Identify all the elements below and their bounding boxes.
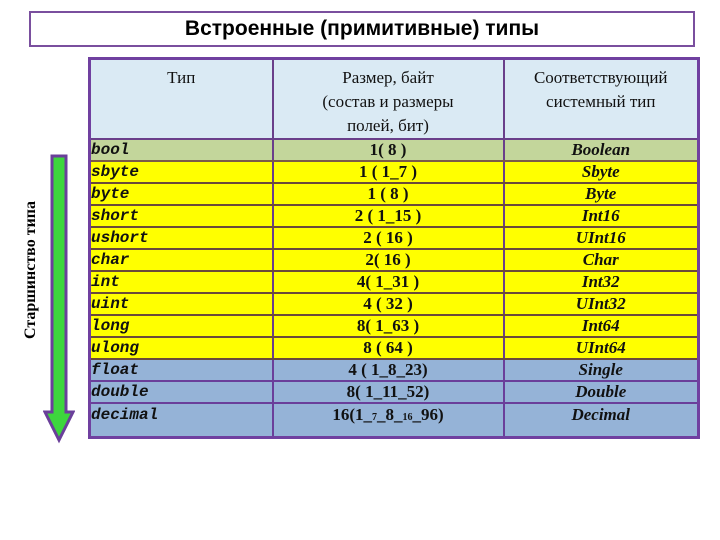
table-row: bool 1( 8 ) Boolean — [88, 138, 700, 162]
type-size: 2 ( 1_15 ) — [271, 204, 505, 228]
type-name: int — [88, 270, 274, 294]
type-name: ushort — [88, 226, 274, 250]
header-size-line3: полей, бит) — [347, 116, 429, 135]
type-size: 8 ( 64 ) — [271, 336, 505, 360]
type-size: 1 ( 8 ) — [271, 182, 505, 206]
arrow-down-icon — [43, 154, 75, 444]
size-part: _8_ — [377, 405, 403, 424]
header-type: Тип — [88, 57, 274, 140]
type-name: float — [88, 358, 274, 382]
types-table: Тип Размер, байт (состав и размеры полей… — [88, 57, 700, 439]
system-type: Boolean — [502, 138, 700, 162]
system-type: Byte — [502, 182, 700, 206]
type-size: 2( 16 ) — [271, 248, 505, 272]
type-size: 8( 1_11_52) — [271, 380, 505, 404]
system-type: Int16 — [502, 204, 700, 228]
seniority-label: Старшинство типа — [22, 200, 39, 340]
seniority-label-wrap: Старшинство типа — [20, 190, 42, 350]
type-size: 2 ( 16 ) — [271, 226, 505, 250]
type-name: short — [88, 204, 274, 228]
type-size: 8( 1_63 ) — [271, 314, 505, 338]
type-size: 4 ( 32 ) — [271, 292, 505, 316]
table-row: float 4 ( 1_8_23) Single — [88, 358, 700, 382]
header-type-label: Тип — [167, 68, 196, 87]
table-row: uint 4 ( 32 ) UInt32 — [88, 292, 700, 316]
system-type: Single — [502, 358, 700, 382]
type-size: 1( 8 ) — [271, 138, 505, 162]
header-size: Размер, байт (состав и размеры полей, би… — [271, 57, 505, 140]
type-name: decimal — [88, 402, 274, 438]
type-size: 4( 1_31 ) — [271, 270, 505, 294]
table-row: long 8( 1_63 ) Int64 — [88, 314, 700, 338]
system-type: UInt32 — [502, 292, 700, 316]
header-system-line1: Соответствующий — [533, 68, 668, 87]
table-row: ulong 8 ( 64 ) UInt64 — [88, 336, 700, 360]
table-row: short 2 ( 1_15 ) Int16 — [88, 204, 700, 228]
title-box: Встроенные (примитивные) типы — [29, 11, 695, 47]
table-header-row: Тип Размер, байт (состав и размеры полей… — [88, 57, 700, 140]
table-row: int 4( 1_31 ) Int32 — [88, 270, 700, 294]
type-name: bool — [88, 138, 274, 162]
system-type: UInt64 — [502, 336, 700, 360]
system-type: UInt16 — [502, 226, 700, 250]
type-size: 4 ( 1_8_23) — [271, 358, 505, 382]
type-name: double — [88, 380, 274, 404]
table-row: byte 1 ( 8 ) Byte — [88, 182, 700, 206]
type-name: ulong — [88, 336, 274, 360]
type-name: sbyte — [88, 160, 274, 184]
system-type: Decimal — [502, 402, 700, 438]
page-title: Встроенные (примитивные) типы — [184, 17, 540, 40]
header-size-line1: Размер, байт — [342, 68, 434, 87]
table-row: ushort 2 ( 16 ) UInt16 — [88, 226, 700, 250]
size-part-small: 16 — [402, 412, 413, 423]
system-type: Int64 — [502, 314, 700, 338]
system-type: Int32 — [502, 270, 700, 294]
system-type: Sbyte — [502, 160, 700, 184]
type-name: uint — [88, 292, 274, 316]
type-name: long — [88, 314, 274, 338]
header-system-line2: системный тип — [546, 92, 656, 111]
type-size: 1 ( 1_7 ) — [271, 160, 505, 184]
type-name: byte — [88, 182, 274, 206]
size-part: _96) — [412, 405, 444, 424]
table-row: decimal 16(1_7_8_16_96) Decimal — [88, 402, 700, 438]
system-type: Double — [502, 380, 700, 404]
table-row: double 8( 1_11_52) Double — [88, 380, 700, 404]
header-size-line2: (состав и размеры — [322, 92, 454, 111]
type-name: char — [88, 248, 274, 272]
size-part: 16(1_ — [332, 405, 372, 424]
table-row: sbyte 1 ( 1_7 ) Sbyte — [88, 160, 700, 184]
header-system-type: Соответствующий системный тип — [502, 57, 700, 140]
table-row: char 2( 16 ) Char — [88, 248, 700, 272]
type-size: 16(1_7_8_16_96) — [271, 402, 505, 438]
system-type: Char — [502, 248, 700, 272]
